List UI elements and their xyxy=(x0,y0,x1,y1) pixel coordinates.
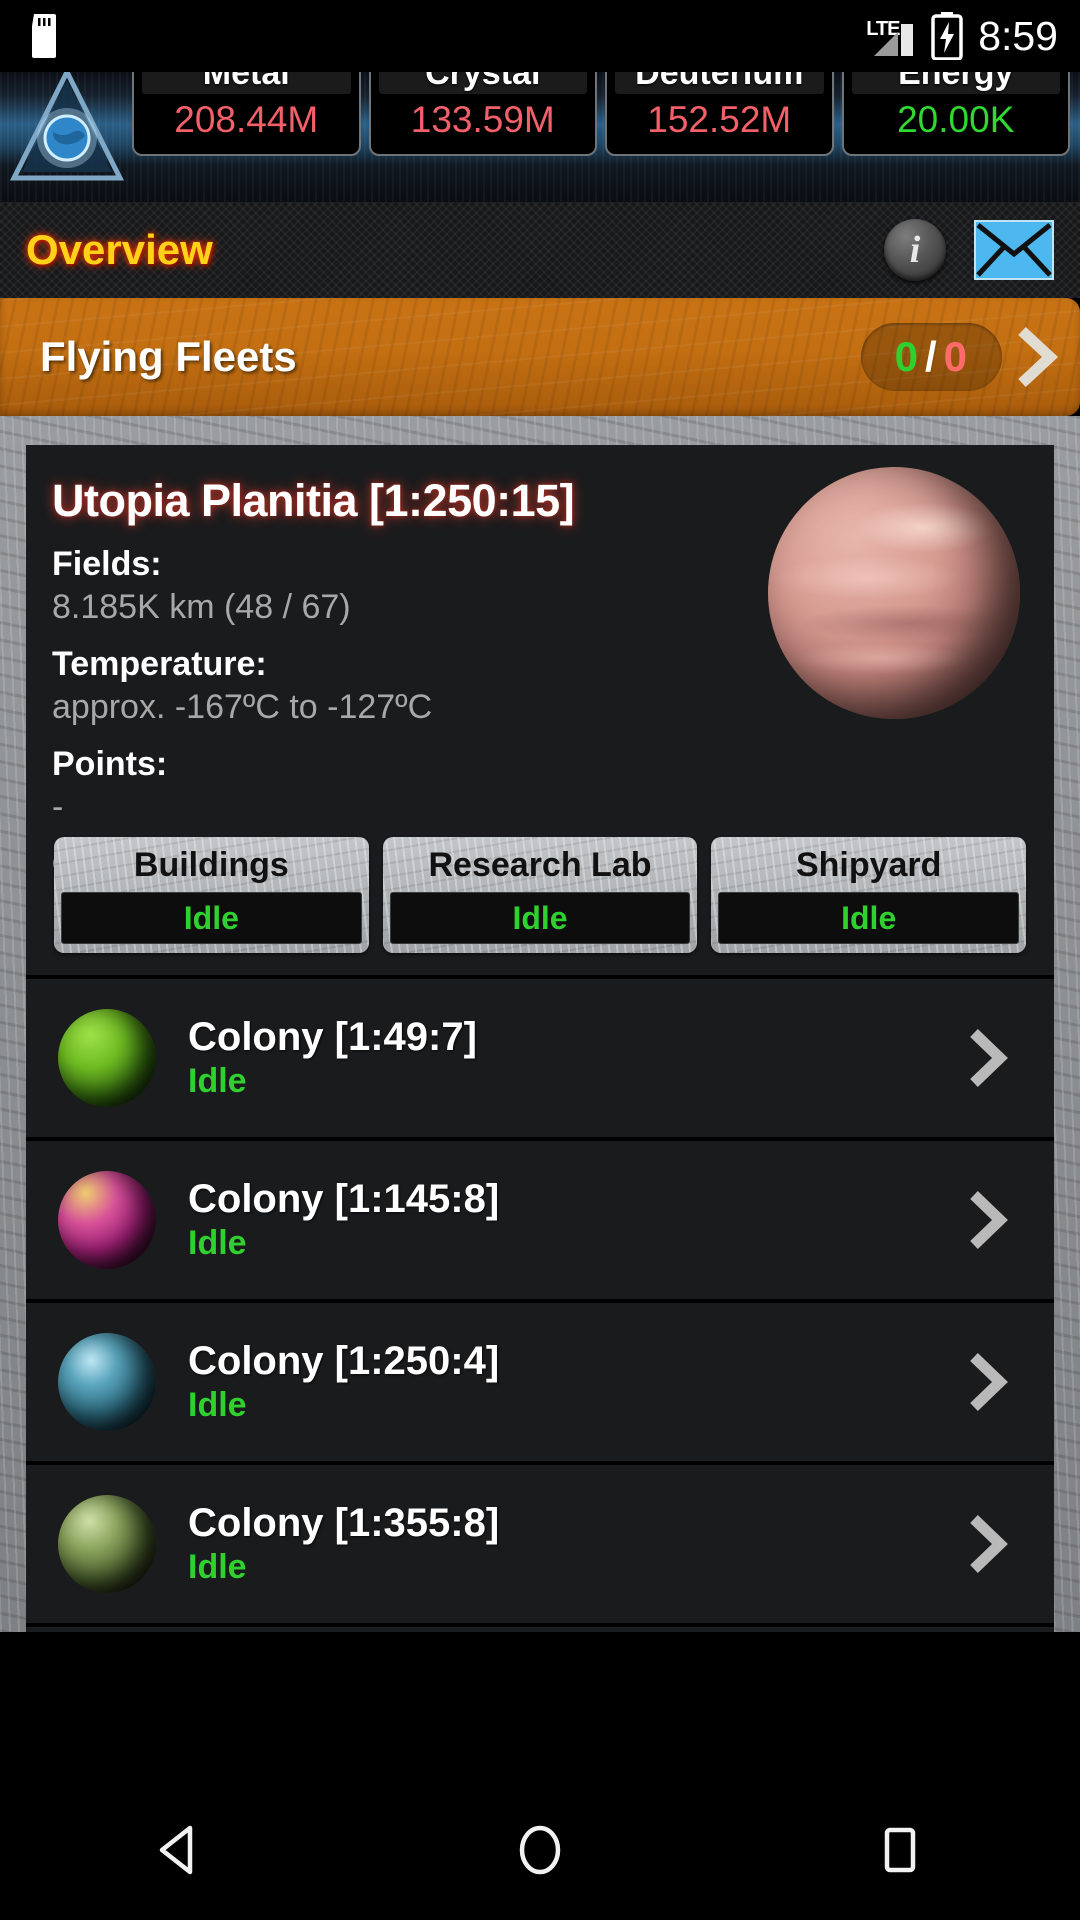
points-value: - xyxy=(52,788,64,826)
recents-square-icon[interactable] xyxy=(840,1800,960,1900)
colony-state-4: Idle xyxy=(188,1548,247,1586)
shipyard-button-state: Idle xyxy=(718,892,1020,944)
game-emblem-icon xyxy=(9,72,125,181)
colony-row-2[interactable]: Colony [1:145:8] Idle xyxy=(26,1141,1054,1299)
flying-fleets-banner[interactable]: Flying Fleets 0/0 xyxy=(0,298,1080,416)
colony-text-2: Colony [1:145:8] Idle xyxy=(188,1177,499,1263)
resource-card-deuterium[interactable]: Deuterium 152.52M xyxy=(605,72,834,156)
resource-name-energy: Energy xyxy=(851,72,1060,94)
page-header: Overview i xyxy=(0,202,1080,298)
buildings-button-state: Idle xyxy=(61,892,362,944)
chevron-right-icon[interactable] xyxy=(964,1027,1010,1089)
buildings-button[interactable]: Buildings Idle xyxy=(54,837,369,953)
resource-value-deuterium: 152.52M xyxy=(647,99,792,140)
status-bar-clock: 8:59 xyxy=(978,12,1058,59)
flying-fleets-counter: 0/0 xyxy=(860,323,1002,391)
colony-row-4[interactable]: Colony [1:355:8] Idle xyxy=(26,1465,1054,1623)
colony-row-1[interactable]: Colony [1:49:7] Idle xyxy=(26,979,1054,1137)
research-lab-button-label: Research Lab xyxy=(428,846,652,884)
resource-bar: Metal 208.44M Crystal 133.59M Deuterium … xyxy=(0,72,1080,202)
main-planet-card[interactable]: Utopia Planitia [1:250:15] Fields: 8.185… xyxy=(26,445,1054,975)
home-circle-icon[interactable] xyxy=(480,1800,600,1900)
header-actions: i xyxy=(884,202,1054,298)
resource-card-metal[interactable]: Metal 208.44M xyxy=(132,72,361,156)
status-bar-right-cluster: LTE 8:59 xyxy=(866,0,1058,72)
resource-value-metal: 208.44M xyxy=(174,99,319,140)
flying-fleets-right: 0/0 xyxy=(860,298,1060,416)
planet-blue-icon xyxy=(58,1333,156,1431)
android-status-bar: LTE 8:59 xyxy=(0,0,1080,72)
android-navigation-bar xyxy=(0,1780,1080,1920)
page-title: Overview xyxy=(26,226,213,273)
colony-state-1: Idle xyxy=(188,1062,247,1100)
colony-name-3: Colony [1:250:4] xyxy=(188,1339,500,1383)
chevron-right-icon[interactable] xyxy=(964,1513,1010,1575)
resource-name-metal: Metal xyxy=(142,72,351,94)
planet-olive-icon xyxy=(58,1495,156,1593)
shipyard-button[interactable]: Shipyard Idle xyxy=(711,837,1026,953)
battery-charging-icon xyxy=(931,12,963,60)
back-triangle-icon[interactable] xyxy=(120,1800,240,1900)
colony-text-1: Colony [1:49:7] Idle xyxy=(188,1015,477,1101)
planet-overview-panel: Utopia Planitia [1:250:15] Fields: 8.185… xyxy=(26,445,1054,1632)
resource-value-energy: 20.00K xyxy=(897,99,1015,140)
chevron-right-icon[interactable] xyxy=(1010,325,1060,389)
resource-name-deuterium: Deuterium xyxy=(615,72,824,94)
info-icon[interactable]: i xyxy=(884,219,946,281)
colony-row-5[interactable]: Colony [1:451:8] Idle xyxy=(26,1627,1054,1632)
planet-action-buttons: Buildings Idle Research Lab Idle Shipyar… xyxy=(54,837,1026,953)
resource-name-crystal: Crystal xyxy=(378,72,587,94)
mail-envelope-icon[interactable] xyxy=(974,220,1054,280)
content-stage: Utopia Planitia [1:250:15] Fields: 8.185… xyxy=(0,416,1080,1632)
fleets-count-current: 0 xyxy=(894,333,919,380)
buildings-button-label: Buildings xyxy=(133,846,289,884)
fleets-count-separator: / xyxy=(924,333,938,380)
chevron-right-icon[interactable] xyxy=(964,1189,1010,1251)
resource-card-crystal[interactable]: Crystal 133.59M xyxy=(368,72,597,156)
planet-purple-icon xyxy=(58,1171,156,1269)
research-lab-button[interactable]: Research Lab Idle xyxy=(383,837,698,953)
resource-card-energy[interactable]: Energy 20.00K xyxy=(841,72,1070,156)
chevron-right-icon[interactable] xyxy=(964,1351,1010,1413)
shipyard-button-label: Shipyard xyxy=(795,846,942,884)
colony-state-2: Idle xyxy=(188,1224,247,1262)
points-label: Points: xyxy=(52,745,168,783)
flying-fleets-label: Flying Fleets xyxy=(40,333,297,380)
resource-value-crystal: 133.59M xyxy=(410,99,555,140)
colony-row-3[interactable]: Colony [1:250:4] Idle xyxy=(26,1303,1054,1461)
fleets-count-total: 0 xyxy=(943,333,968,380)
colony-state-3: Idle xyxy=(188,1386,247,1424)
sd-card-icon xyxy=(32,14,56,58)
planet-green-icon xyxy=(58,1009,156,1107)
colony-name-4: Colony [1:355:8] xyxy=(188,1501,500,1545)
colony-name-2: Colony [1:145:8] xyxy=(188,1177,500,1221)
signal-bars-icon: LTE xyxy=(866,16,916,56)
planet-mars-icon xyxy=(768,467,1020,719)
colony-name-1: Colony [1:49:7] xyxy=(188,1015,477,1059)
research-lab-button-state: Idle xyxy=(389,892,691,944)
colony-text-3: Colony [1:250:4] Idle xyxy=(188,1339,499,1425)
colony-text-4: Colony [1:355:8] Idle xyxy=(188,1501,499,1587)
resource-cards: Metal 208.44M Crystal 133.59M Deuterium … xyxy=(132,72,1070,156)
